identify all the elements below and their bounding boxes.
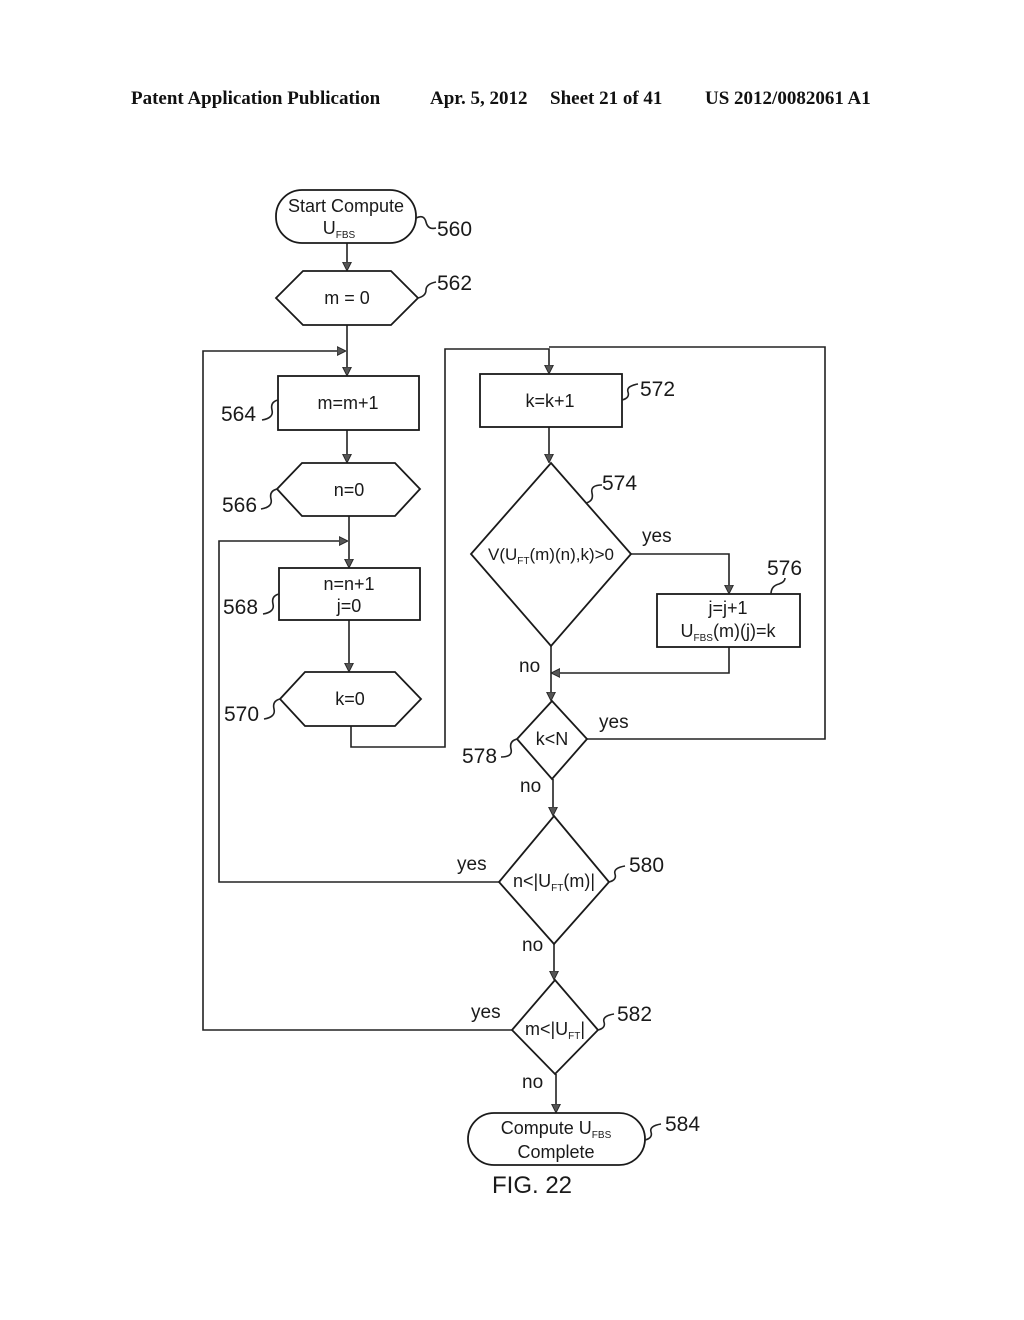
increment-n-line2: j=0 [336, 596, 362, 616]
ref-leader [261, 399, 279, 421]
node-570-init-k: k=0 570 [224, 671, 423, 727]
decision-k-text: k<N [536, 729, 569, 749]
ref-578: 578 [462, 745, 497, 768]
ref-576: 576 [767, 557, 802, 580]
node-574-decision-v: V(UFT(m)(n),k)>0 574 yes no [469, 461, 672, 677]
ref-leader [500, 738, 518, 758]
node-582-decision-m: m<|UFT| 582 yes no [471, 978, 652, 1093]
ref-leader [415, 215, 437, 230]
ref-560: 560 [437, 218, 472, 241]
ref-leader [262, 593, 280, 615]
ref-leader [770, 577, 786, 595]
ref-leader [608, 865, 626, 883]
node-564-increment-m: m=m+1 564 [221, 375, 420, 431]
label-no-574: no [519, 656, 540, 677]
ref-582: 582 [617, 1003, 652, 1026]
node-580-decision-n: n<|UFT(m)| 580 yes no [457, 814, 664, 956]
init-m-text: m = 0 [324, 288, 370, 308]
ref-584: 584 [665, 1113, 700, 1136]
node-562-init-m: m = 0 562 [274, 270, 472, 326]
ref-570: 570 [224, 703, 259, 726]
record-k-line1: j=j+1 [707, 598, 747, 618]
start-line1: Start Compute [288, 196, 404, 216]
label-no-580: no [522, 935, 543, 956]
decision-v-text: V(UFT(m)(n),k)>0 [488, 545, 614, 567]
ref-566: 566 [222, 494, 257, 517]
ref-leader [621, 383, 639, 401]
ref-leader [597, 1013, 615, 1031]
flowchart: Start Compute UFBS 560 m = 0 562 m=m+1 5… [202, 189, 826, 1199]
node-560-start: Start Compute UFBS 560 [275, 189, 472, 244]
ref-574: 574 [602, 472, 637, 495]
increment-m-text: m=m+1 [317, 393, 378, 413]
node-584-end: Compute UFBS Complete 584 [467, 1112, 700, 1166]
ref-564: 564 [221, 403, 256, 426]
figure-label: FIG. 22 [492, 1172, 572, 1199]
ref-leader [644, 1123, 662, 1141]
ref-leader [263, 698, 281, 720]
increment-n-line1: n=n+1 [323, 574, 374, 594]
ref-leader [417, 281, 437, 299]
ref-568: 568 [223, 596, 258, 619]
label-yes-580: yes [457, 854, 487, 875]
node-578-decision-k: k<N 578 yes no [462, 699, 629, 797]
init-n-text: n=0 [334, 480, 365, 500]
edge-574-576-yes [631, 553, 729, 593]
ref-572: 572 [640, 378, 675, 401]
label-yes-582: yes [471, 1002, 501, 1023]
label-no-582: no [522, 1072, 543, 1093]
ref-562: 562 [437, 272, 472, 295]
ref-leader [585, 484, 603, 504]
node-572-increment-k: k=k+1 572 [479, 373, 675, 428]
label-yes-574: yes [642, 526, 672, 547]
ref-580: 580 [629, 854, 664, 877]
node-566-init-n: n=0 566 [222, 462, 422, 517]
end-line2: Complete [517, 1142, 594, 1162]
init-k-text: k=0 [335, 689, 365, 709]
edge-576-merge [552, 647, 730, 673]
label-no-578: no [520, 776, 541, 797]
node-568-increment-n: n=n+1 j=0 568 [223, 567, 421, 621]
increment-k-text: k=k+1 [525, 391, 574, 411]
label-yes-578: yes [599, 712, 629, 733]
ref-leader [260, 488, 278, 510]
